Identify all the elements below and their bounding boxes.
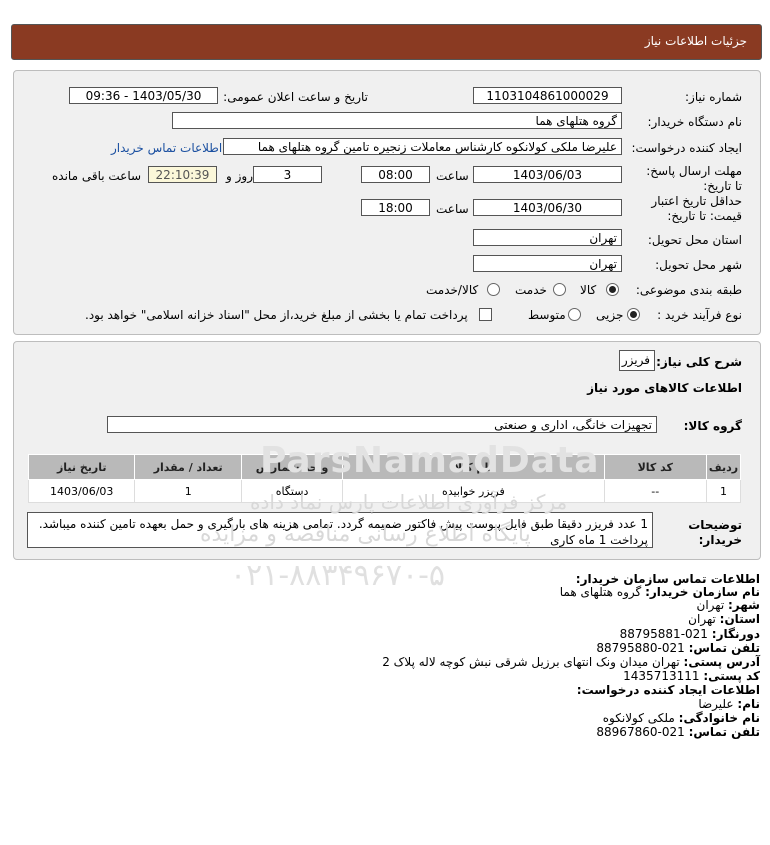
cell-unit: دستگاه: [240, 479, 344, 503]
contact-fax: دورنگار: 021-88795881: [619, 627, 760, 641]
cell-row: 1: [705, 479, 742, 503]
creator-name: نام: علیرضا: [698, 697, 760, 711]
contact-postal: کد پستی: 1435713111: [623, 669, 760, 683]
deadline-time-label: ساعت: [436, 169, 469, 183]
validity-date-field[interactable]: 1403/06/30: [473, 199, 622, 216]
need-number-label: شماره نیاز:: [685, 90, 742, 104]
page-title: جزئیات اطلاعات نیاز: [644, 34, 747, 48]
remaining-label: ساعت باقی مانده: [52, 169, 142, 183]
col-unit: واحد شمارش: [240, 454, 344, 480]
process-option-medium: متوسط: [528, 308, 566, 322]
process-radio-minor[interactable]: [627, 308, 640, 321]
page-header: جزئیات اطلاعات نیاز: [11, 24, 762, 60]
buyer-notes-label: توضیحات خریدار:: [688, 518, 742, 547]
validity-time-field[interactable]: 18:00: [361, 199, 430, 216]
contact-address: آدرس پستی: تهران میدان ونک انتهای برزیل …: [382, 655, 760, 669]
creator-label: ایجاد کننده درخواست:: [631, 141, 742, 155]
deadline-date-field[interactable]: 1403/06/03: [473, 166, 622, 183]
buyer-label: نام دستگاه خریدار:: [647, 115, 743, 129]
creator-family: نام خانوادگی: ملکی کولانکوه: [602, 711, 760, 725]
buyer-field[interactable]: گروه هتلهای هما: [172, 112, 622, 129]
buyer-notes-line1: 1 عدد فریزر دقیقا طبق فایل پیوست پیش فاک…: [38, 517, 648, 531]
contact-province: استان: تهران: [688, 612, 760, 626]
watermark-phone: ۰۲۱-۸۸۳۴۹۶۷۰-۵: [230, 558, 446, 593]
category-radio-goods[interactable]: [606, 283, 619, 296]
buyer-notes-field: 1 عدد فریزر دقیقا طبق فایل پیوست پیش فاک…: [27, 512, 653, 548]
col-code: کد کالا: [603, 454, 707, 480]
col-qty: تعداد / مقدار: [134, 454, 242, 480]
deadline-label: مهلت ارسال پاسخ: تا تاریخ:: [646, 164, 742, 193]
remaining-time-field: 22:10:39: [148, 166, 217, 183]
contact-org: نام سازمان خریدار: گروه هتلهای هما: [559, 585, 760, 599]
goods-info-title: اطلاعات کالاهای مورد نیاز: [587, 381, 742, 395]
goods-table: ردیف کد کالا نام کالا واحد شمارش تعداد /…: [27, 454, 742, 503]
cell-name: فریزر خوابیده: [342, 479, 605, 503]
treasury-payment-checkbox[interactable]: [479, 308, 492, 321]
contact-title: اطلاعات تماس سازمان خریدار:: [575, 572, 760, 586]
contact-phone: تلفن تماس: 021-88795880: [596, 641, 760, 655]
process-option-minor: جزیی: [596, 308, 624, 322]
deadline-time-field[interactable]: 08:00: [361, 166, 430, 183]
need-number-field[interactable]: 1103104861000029: [473, 87, 622, 104]
category-option-service: خدمت: [515, 283, 547, 297]
creator-phone: تلفن تماس: 021-88967860: [596, 725, 760, 739]
creator-field[interactable]: علیرضا ملکی کولانکوه کارشناس معاملات زنج…: [223, 138, 622, 155]
city-field[interactable]: تهران: [473, 255, 622, 272]
col-row: ردیف: [705, 454, 742, 480]
days-label: روز و: [226, 169, 253, 183]
city-label: شهر محل تحویل:: [655, 258, 742, 272]
cell-qty: 1: [134, 479, 242, 503]
goods-group-label: گروه کالا:: [683, 419, 742, 433]
cell-code: --: [603, 479, 707, 503]
general-desc-label: شرح کلی نیاز:: [656, 355, 742, 369]
goods-table-header: ردیف کد کالا نام کالا واحد شمارش تعداد /…: [27, 454, 742, 480]
col-date: تاریخ نیاز: [27, 454, 136, 480]
announce-label: تاریخ و ساعت اعلان عمومی:: [223, 90, 368, 104]
process-label: نوع فرآیند خرید :: [657, 308, 742, 322]
validity-time-label: ساعت: [436, 202, 469, 216]
treasury-payment-note: پرداخت تمام یا بخشی از مبلغ خرید،از محل …: [85, 308, 468, 322]
general-desc-field[interactable]: فریزر: [619, 350, 655, 371]
buyer-contact-link[interactable]: اطلاعات تماس خریدار: [111, 141, 222, 155]
cell-date: 1403/06/03: [27, 479, 136, 503]
goods-group-field[interactable]: تجهیزات خانگی، اداری و صنعتی: [107, 416, 657, 433]
process-radio-medium[interactable]: [568, 308, 581, 321]
creator-info-title: اطلاعات ایجاد کننده درخواست:: [576, 683, 760, 697]
province-label: استان محل تحویل:: [647, 233, 742, 247]
category-radio-service[interactable]: [553, 283, 566, 296]
col-name: نام کالا: [342, 454, 605, 480]
announce-field[interactable]: 1403/05/30 - 09:36: [69, 87, 218, 104]
validity-label: حداقل تاریخ اعتبار قیمت: تا تاریخ:: [651, 194, 742, 223]
table-row[interactable]: 1 -- فریزر خوابیده دستگاه 1 1403/06/03: [27, 479, 742, 503]
contact-city: شهر: تهران: [696, 598, 760, 612]
days-field[interactable]: 3: [253, 166, 322, 183]
category-radio-goods-service[interactable]: [487, 283, 500, 296]
buyer-notes-line2: پرداخت 1 ماه کاری: [550, 533, 648, 547]
category-option-goods-service: کالا/خدمت: [426, 283, 479, 297]
category-label: طبقه بندی موضوعی:: [635, 283, 742, 297]
province-field[interactable]: تهران: [473, 229, 622, 246]
category-option-goods: کالا: [580, 283, 597, 297]
